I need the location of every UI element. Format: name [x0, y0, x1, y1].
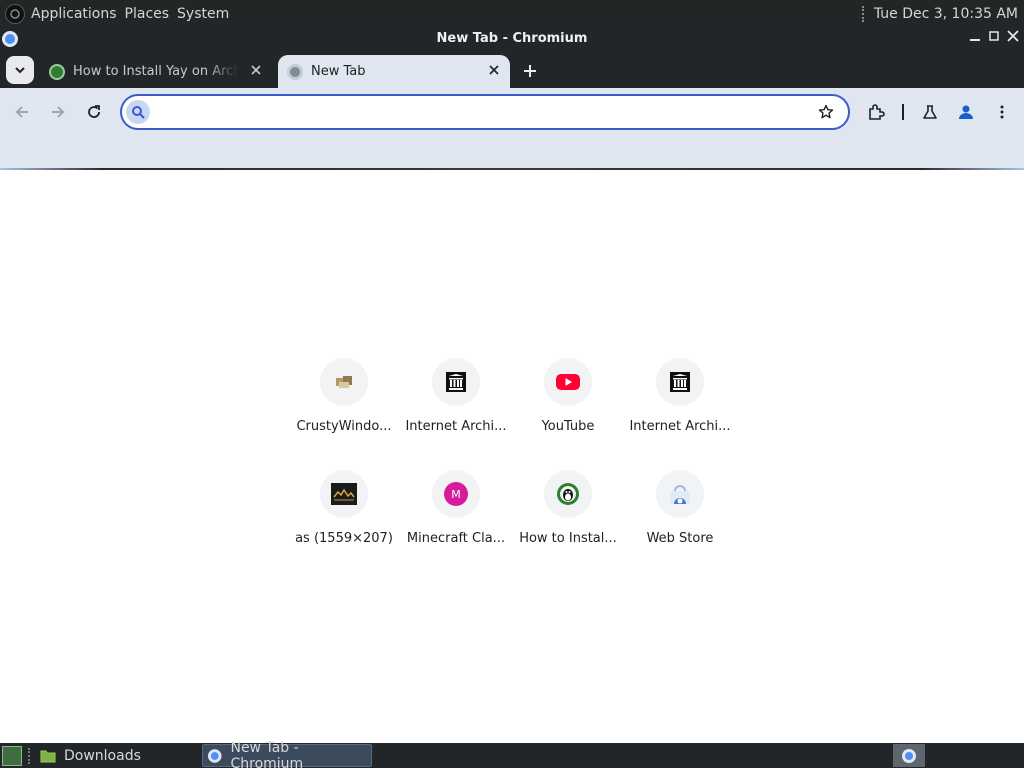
shortcut-title: as (1559×207) — [295, 531, 393, 546]
chromium-favicon-icon — [287, 63, 303, 80]
folder-icon — [40, 750, 56, 762]
shortcut-tile[interactable]: M Minecraft Cla... — [400, 462, 512, 574]
clock[interactable]: Tue Dec 3, 10:35 AM — [874, 6, 1018, 22]
svg-text:M: M — [451, 488, 461, 501]
taskbar-item-label: Downloads — [64, 747, 141, 764]
back-button[interactable] — [10, 100, 34, 124]
tab-label: How to Install Yay on Arch Linux — [73, 64, 239, 79]
system-menu[interactable]: System — [177, 6, 229, 22]
taskbar-item-chromium[interactable]: New Tab - Chromium — [202, 740, 372, 768]
tab-label: New Tab — [311, 64, 366, 79]
shortcut-tile[interactable]: YouTube — [512, 350, 624, 462]
terminal-icon[interactable] — [2, 746, 22, 766]
tab-how-to-install-yay[interactable]: How to Install Yay on Arch Linux — [40, 55, 272, 88]
plus-icon — [524, 65, 536, 77]
more-vert-icon — [1000, 105, 1004, 119]
window-title: New Tab - Chromium — [436, 31, 588, 46]
workspace-switcher[interactable] — [893, 744, 925, 767]
shortcut-tile[interactable]: How to Instal... — [512, 462, 624, 574]
shortcut-title: Minecraft Cla... — [406, 531, 506, 546]
shortcut-tile[interactable]: as (1559×207) — [288, 462, 400, 574]
taskbar-item-label: New Tab - Chromium — [230, 739, 304, 768]
omnibox[interactable] — [120, 94, 850, 130]
minimize-button[interactable] — [966, 29, 984, 47]
distro-logo-icon[interactable] — [5, 3, 25, 24]
panel-grip[interactable] — [861, 5, 866, 22]
reload-button[interactable] — [82, 100, 106, 124]
menu-button[interactable] — [990, 100, 1014, 124]
chevron-down-icon — [15, 67, 25, 74]
reload-icon — [88, 105, 100, 118]
desktop-top-panel: Applications Places System Tue Dec 3, 10… — [0, 0, 1024, 27]
shortcut-tile[interactable]: Internet Archi... — [624, 350, 736, 462]
shortcut-tile[interactable]: CrustyWindo... — [288, 350, 400, 462]
close-window-button[interactable] — [1004, 29, 1022, 47]
bookmark-star-icon[interactable] — [816, 102, 836, 122]
profile-avatar-icon — [959, 105, 973, 119]
profile-button[interactable] — [954, 100, 978, 124]
chromium-icon — [902, 748, 916, 763]
desktop-taskbar: Downloads New Tab - Chromium — [0, 740, 1024, 768]
image-thumbnail-icon — [320, 470, 368, 518]
window-title-bar[interactable]: New Tab - Chromium — [0, 27, 1024, 51]
internet-archive-icon — [432, 358, 480, 406]
forward-button[interactable] — [46, 100, 70, 124]
tab-strip: How to Install Yay on Arch Linux New Tab — [0, 51, 1024, 88]
web-store-icon — [656, 470, 704, 518]
new-tab-button[interactable] — [518, 60, 542, 84]
shortcut-title: Web Store — [646, 531, 714, 546]
toolbar-divider — [902, 104, 904, 120]
new-tab-page: CrustyWindo... Internet Archi... YouTube… — [0, 170, 1024, 743]
taskbar-grip[interactable] — [28, 748, 32, 764]
tab-new-tab[interactable]: New Tab — [278, 55, 510, 88]
shortcut-tile[interactable]: Internet Archi... — [400, 350, 512, 462]
labs-button[interactable] — [918, 100, 942, 124]
shortcut-title: Internet Archi... — [405, 419, 507, 434]
search-icon — [126, 100, 150, 124]
taskbar-item-downloads[interactable]: Downloads — [36, 744, 196, 767]
shortcut-title: Internet Archi... — [629, 419, 731, 434]
places-menu[interactable]: Places — [125, 6, 170, 22]
shortcut-title: YouTube — [541, 419, 595, 434]
arrow-right-icon — [52, 106, 65, 118]
address-bar-input[interactable] — [158, 102, 798, 122]
chromium-icon — [207, 748, 222, 763]
arrow-left-icon — [15, 106, 28, 118]
flask-icon — [923, 105, 937, 119]
crustywindows-icon — [320, 358, 368, 406]
letter-m-icon: M — [432, 470, 480, 518]
applications-menu[interactable]: Applications — [31, 6, 117, 22]
linux-tux-icon — [544, 470, 592, 518]
browser-toolbar — [0, 88, 1024, 170]
site-favicon-icon — [49, 63, 65, 80]
shortcut-title: How to Instal... — [519, 531, 617, 546]
youtube-icon — [544, 358, 592, 406]
extensions-button[interactable] — [864, 100, 888, 124]
shortcut-tile[interactable]: Web Store — [624, 462, 736, 574]
close-tab-icon[interactable] — [248, 63, 264, 79]
shortcut-title: CrustyWindo... — [296, 419, 392, 434]
maximize-button[interactable] — [985, 29, 1003, 47]
close-tab-icon[interactable] — [486, 63, 502, 79]
internet-archive-icon — [656, 358, 704, 406]
puzzle-icon — [869, 104, 885, 120]
tab-search-button[interactable] — [6, 56, 34, 84]
